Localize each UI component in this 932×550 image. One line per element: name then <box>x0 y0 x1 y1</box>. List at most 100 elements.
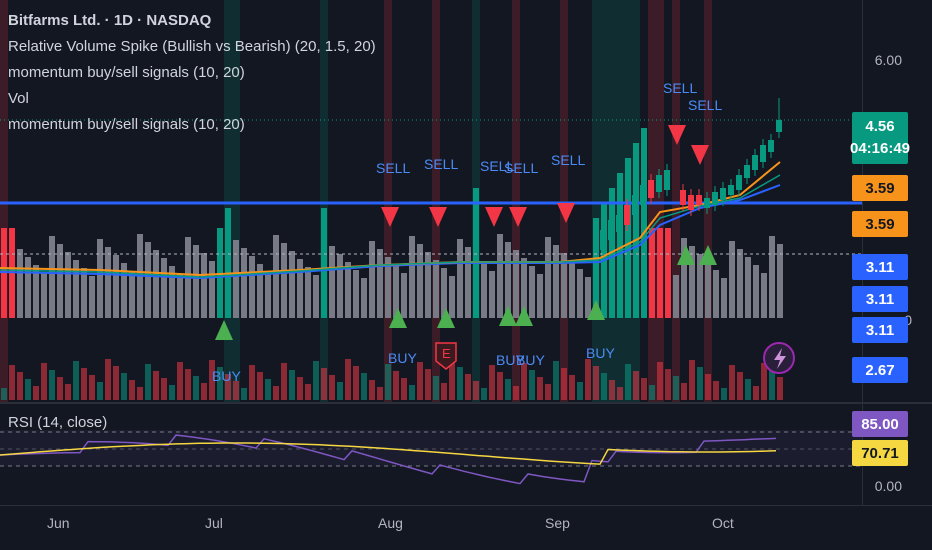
relative-volume-bar <box>625 364 631 400</box>
volume-bar <box>329 246 335 318</box>
buy-label: BUY <box>212 368 241 384</box>
relative-volume-bar <box>257 372 263 400</box>
earnings-label: E <box>442 346 451 361</box>
relative-volume-bar <box>57 377 63 400</box>
time-axis-jun: Jun <box>47 515 70 531</box>
relative-volume-bar <box>201 383 207 400</box>
indicator-label-relvol[interactable]: Relative Volume Spike (Bullish vs Bearis… <box>8 34 376 60</box>
candle-body <box>744 165 750 178</box>
volume-bar <box>433 260 439 318</box>
volume-bar <box>673 275 679 318</box>
relative-volume-bar <box>721 388 727 400</box>
relative-volume-bar <box>9 365 15 400</box>
relative-volume-bar <box>577 382 583 400</box>
relative-volume-bar <box>705 374 711 400</box>
relative-volume-bar <box>297 377 303 400</box>
relative-volume-bar <box>393 371 399 400</box>
pane-divider[interactable] <box>0 402 932 404</box>
last-price-tag[interactable]: 4.56 04:16:49 <box>850 112 910 164</box>
relative-volume-bar <box>689 360 695 400</box>
relative-volume-bar <box>169 385 175 400</box>
volume-bar <box>129 271 135 318</box>
price-axis-6: 6.00 <box>874 52 902 68</box>
candle-body <box>696 195 702 205</box>
volume-bar <box>649 228 655 318</box>
rsi-axis-0: 0.00 <box>874 478 902 494</box>
relative-volume-bar <box>49 370 55 400</box>
rsi-legend-label[interactable]: RSI (14, close) <box>8 414 107 431</box>
sell-label: SELL <box>663 80 698 96</box>
indicator-label-vol[interactable]: Vol <box>8 86 376 112</box>
symbol-title[interactable]: Bitfarms Ltd. · 1D · NASDAQ <box>8 8 376 34</box>
candle-body <box>656 175 662 192</box>
volume-bar <box>25 257 31 318</box>
rsi-value-tag[interactable]: 85.00 <box>852 411 908 437</box>
candle-body <box>640 185 646 205</box>
volume-bar <box>145 242 151 318</box>
time-axis-jul: Jul <box>205 515 223 531</box>
highlight-column <box>512 0 520 402</box>
relative-volume-bar <box>633 371 639 400</box>
volume-bar <box>209 261 215 318</box>
chart-window: Bitfarms Ltd. · 1D · NASDAQ Relative Vol… <box>0 0 932 550</box>
candle-body <box>688 195 694 210</box>
candle-body <box>720 188 726 200</box>
price-tag-blue-2[interactable]: 3.11 <box>852 286 908 312</box>
relative-volume-bar <box>569 375 575 400</box>
indicator-label-momentum-2[interactable]: momentum buy/sell signals (10, 20) <box>8 112 376 138</box>
highlight-column <box>432 0 440 402</box>
relative-volume-bar <box>505 379 511 400</box>
volume-bar <box>265 272 271 318</box>
relative-volume-bar <box>129 380 135 400</box>
relative-volume-bar <box>601 373 607 400</box>
volume-bar <box>41 273 47 318</box>
volume-bar <box>497 234 503 318</box>
indicator-label-momentum[interactable]: momentum buy/sell signals (10, 20) <box>8 60 376 86</box>
relative-volume-bar <box>89 375 95 400</box>
volume-bar <box>425 252 431 318</box>
volume-bar <box>401 273 407 318</box>
ma-price-tag[interactable]: 3.59 <box>852 175 908 201</box>
ma-price-tag-2[interactable]: 3.59 <box>852 211 908 237</box>
volume-bar <box>481 263 487 318</box>
relative-volume-bar <box>529 370 535 400</box>
relative-volume-bar <box>537 377 543 400</box>
price-tag-blue-3[interactable]: 3.11 <box>852 317 908 343</box>
relative-volume-bar <box>521 363 527 400</box>
relative-volume-bar <box>665 369 671 400</box>
price-tag-blue[interactable]: 3.11 <box>852 254 908 280</box>
volume-bar <box>489 271 495 318</box>
relative-volume-bar <box>713 381 719 400</box>
candle-body <box>728 185 734 195</box>
relative-volume-bar <box>513 386 519 400</box>
volume-bar <box>177 274 183 318</box>
candle-body <box>680 190 686 205</box>
volume-bar <box>97 239 103 318</box>
price-tag-blue-4[interactable]: 2.67 <box>852 357 908 383</box>
relative-volume-bar <box>97 382 103 400</box>
volume-bar <box>705 262 711 318</box>
relative-volume-bar <box>137 387 143 400</box>
volume-bar <box>153 250 159 318</box>
relative-volume-bar <box>441 383 447 400</box>
relative-volume-bar <box>681 383 687 400</box>
volume-bar <box>17 249 23 318</box>
candle-body <box>736 175 742 190</box>
volume-bar <box>665 228 671 318</box>
volume-bar <box>617 173 623 318</box>
volume-bar <box>625 158 631 318</box>
relative-volume-bar <box>193 376 199 400</box>
relative-volume-bar <box>593 366 599 400</box>
volume-bar <box>249 256 255 318</box>
relative-volume-bar <box>185 369 191 400</box>
lightning-icon[interactable] <box>763 342 795 374</box>
rsi-ma-tag[interactable]: 70.71 <box>852 440 908 466</box>
volume-bar <box>761 273 767 318</box>
relative-volume-bar <box>473 381 479 400</box>
relative-volume-bar <box>265 379 271 400</box>
relative-volume-bar <box>729 365 735 400</box>
relative-volume-bar <box>457 367 463 400</box>
volume-bar <box>465 247 471 318</box>
volume-bar <box>417 244 423 318</box>
volume-bar <box>233 240 239 318</box>
